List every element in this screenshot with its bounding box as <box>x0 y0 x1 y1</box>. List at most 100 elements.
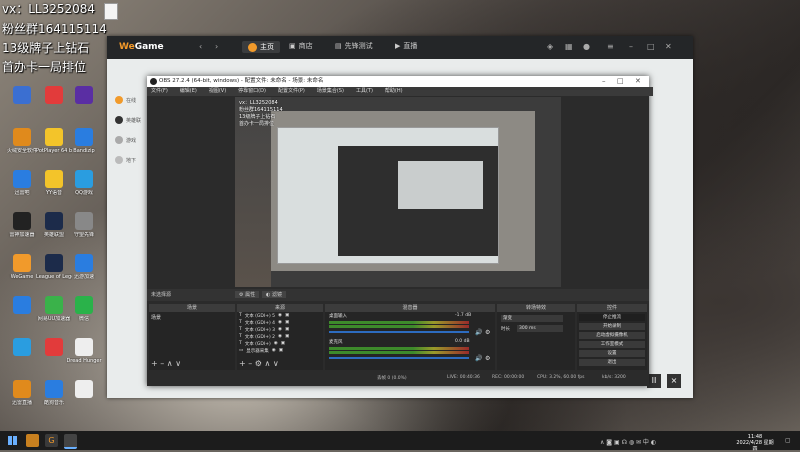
close-icon[interactable]: ✕ <box>635 76 641 87</box>
menu-icon[interactable]: ≡ <box>607 42 614 51</box>
remove-icon[interactable]: – <box>248 359 252 368</box>
maximize-icon[interactable]: □ <box>647 42 655 51</box>
add-icon[interactable]: + <box>151 359 158 368</box>
add-icon[interactable]: + <box>239 359 246 368</box>
lock-icon[interactable]: ▣ <box>281 341 285 347</box>
forward-icon[interactable]: › <box>215 42 218 51</box>
desktop-icon[interactable]: 微信 <box>66 296 102 322</box>
desktop-icon[interactable] <box>66 380 102 400</box>
nav-test[interactable]: ▤ 先锋测试 <box>335 41 373 51</box>
desktop-icon[interactable] <box>4 86 40 106</box>
mixer-desktop-slider[interactable] <box>329 331 469 333</box>
desktop-icon[interactable]: WeGame <box>4 254 40 280</box>
tray-icons[interactable]: ∧ ◙ ▣ ☊ ◍ ✉ 中 ◐ <box>600 437 656 446</box>
source-row[interactable]: T 文本 (GDI+) 5 ◉ ▣ <box>239 313 289 319</box>
eye-icon[interactable]: ◉ <box>278 327 282 333</box>
lock-icon[interactable]: ▣ <box>285 334 289 340</box>
gear-icon[interactable]: ⚙ <box>255 359 262 368</box>
desktop-icon[interactable]: 火绒安全软件 <box>4 128 40 154</box>
desktop-icon[interactable]: 守望先锋 <box>66 212 102 238</box>
desktop-icon[interactable]: 迅雷直播 <box>4 380 40 406</box>
speaker-icon[interactable]: 🔊 <box>475 355 482 362</box>
virtual-camera-button[interactable]: 启动虚拟摄像机 <box>579 332 645 339</box>
remove-icon[interactable]: – <box>160 359 164 368</box>
close-icon[interactable]: ✕ <box>665 42 672 51</box>
gear-icon[interactable]: ⚙ <box>485 329 490 336</box>
exit-button[interactable]: 退出 <box>579 359 645 366</box>
mixer-mic-slider[interactable] <box>329 357 469 359</box>
sidebar-item-games[interactable]: 游戏 <box>115 136 145 144</box>
desktop-icon[interactable] <box>4 338 40 358</box>
file-explorer-icon[interactable] <box>26 434 39 447</box>
obs-preview[interactable]: vx：LL3252084 粉丝群164115114 13级牌子上钻石 首办卡一局… <box>235 97 561 287</box>
menu-help[interactable]: 帮助(H) <box>385 87 403 96</box>
properties-button[interactable]: ⚙ 属性 <box>235 291 260 298</box>
menu-edit[interactable]: 编辑(E) <box>180 87 197 96</box>
desktop-icon[interactable]: QQ游戏 <box>66 170 102 196</box>
gear-icon[interactable]: ⚙ <box>485 355 490 362</box>
speaker-icon[interactable]: 🔊 <box>475 329 482 336</box>
down-icon[interactable]: ∨ <box>273 359 279 368</box>
menu-docks[interactable]: 停靠窗口(D) <box>238 87 266 96</box>
lock-icon[interactable]: ▣ <box>285 320 289 326</box>
eye-icon[interactable]: ◉ <box>278 320 282 326</box>
sidebar-item-online[interactable]: 在线 <box>115 96 145 104</box>
desktop-icon[interactable]: Bandizip <box>66 128 102 154</box>
nav-live[interactable]: ▶ 直播 <box>395 41 417 51</box>
wegame-logo[interactable]: WeGame <box>119 42 164 52</box>
source-row[interactable]: T 文本 (GDI+) ◉ ▣ <box>239 341 285 347</box>
clock[interactable]: 11:48 2022/4/28 星期四 <box>735 434 775 452</box>
scene-item[interactable]: 场景 <box>151 314 161 321</box>
avatar-icon[interactable]: ● <box>583 42 590 51</box>
desktop-icon[interactable] <box>66 86 102 106</box>
studio-mode-button[interactable]: 工作室模式 <box>579 341 645 348</box>
notification-icon[interactable]: ▢ <box>785 437 791 444</box>
menu-file[interactable]: 文件(F) <box>151 87 168 96</box>
close-float-button[interactable]: × <box>667 374 681 388</box>
game-controller-icon[interactable]: ◈ <box>547 42 553 51</box>
settings-button[interactable]: 设置 <box>579 350 645 357</box>
menu-tools[interactable]: 工具(T) <box>356 87 373 96</box>
eye-icon[interactable]: ◉ <box>272 348 276 354</box>
lock-icon[interactable]: ▣ <box>285 327 289 333</box>
sidebar-item-dungeon[interactable]: 地下 <box>115 156 145 164</box>
source-row[interactable]: T 文本 (GDI+) 2 ◉ ▣ <box>239 334 289 340</box>
app-icon <box>75 380 93 398</box>
minimize-icon[interactable]: – <box>602 76 606 87</box>
up-icon[interactable]: ∧ <box>265 359 271 368</box>
menu-view[interactable]: 视图(V) <box>209 87 226 96</box>
up-icon[interactable]: ∧ <box>167 359 173 368</box>
sidebar-item-lol[interactable]: 英雄联 <box>115 116 145 124</box>
nav-home[interactable]: 主页 <box>242 41 280 53</box>
wegame-taskbar-icon[interactable]: G <box>45 434 58 447</box>
back-icon[interactable]: ‹ <box>199 42 202 51</box>
transition-select[interactable]: 渐变 <box>501 315 563 322</box>
desktop-icon[interactable]: 雷神加速器 <box>4 212 40 238</box>
lock-icon[interactable]: ▣ <box>279 348 283 354</box>
obs-taskbar-icon[interactable] <box>64 434 77 449</box>
source-row[interactable]: T 文本 (GDI+) 3 ◉ ▣ <box>239 327 289 333</box>
desktop-icon[interactable]: 迅游加速 <box>66 254 102 280</box>
start-icon[interactable] <box>8 436 17 445</box>
filters-button[interactable]: ◐ 滤镜 <box>262 291 286 298</box>
menu-scene-collection[interactable]: 场景集合(S) <box>317 87 344 96</box>
maximize-icon[interactable]: □ <box>617 76 624 87</box>
nav-store[interactable]: ▣ 商店 <box>289 41 313 51</box>
eye-icon[interactable]: ◉ <box>278 313 282 319</box>
eye-icon[interactable]: ◉ <box>274 341 278 347</box>
desktop-icon[interactable] <box>4 296 40 316</box>
gift-icon[interactable]: ▦ <box>565 42 573 51</box>
desktop-icon[interactable]: 迅雷吧 <box>4 170 40 196</box>
start-recording-button[interactable]: 开始录制 <box>579 323 645 330</box>
pause-button[interactable]: II <box>647 374 661 388</box>
lock-icon[interactable]: ▣ <box>285 313 289 319</box>
eye-icon[interactable]: ◉ <box>278 334 282 340</box>
stop-stream-button[interactable]: 停止推流 <box>579 314 645 321</box>
desktop-icon[interactable]: Dread Hunger <box>66 338 102 364</box>
down-icon[interactable]: ∨ <box>175 359 181 368</box>
duration-input[interactable]: 300 ms <box>517 325 563 332</box>
source-row[interactable]: ▭ 显示器采集 ◉ ▣ <box>239 348 283 354</box>
menu-profile[interactable]: 配置文件(P) <box>278 87 305 96</box>
source-row[interactable]: T 文本 (GDI+) 4 ◉ ▣ <box>239 320 289 326</box>
minimize-icon[interactable]: – <box>629 42 633 51</box>
